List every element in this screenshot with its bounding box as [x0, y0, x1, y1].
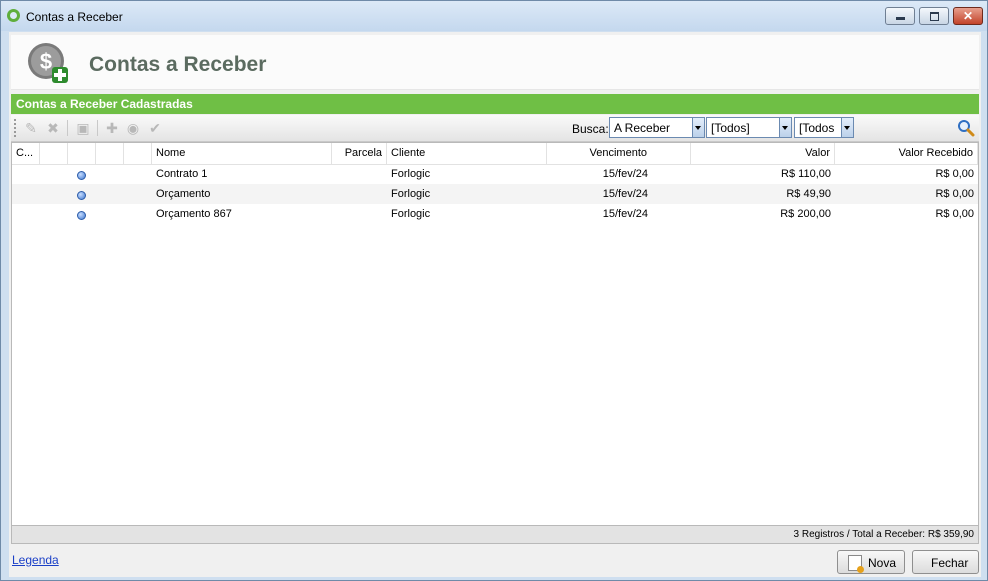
- toolbar-separator: [67, 120, 68, 136]
- toolbar: ✎ ✖ ▣ ✚ ◉ ✔ Busca: A Receber [Todos] [To…: [11, 115, 979, 142]
- check-icon[interactable]: ✔: [147, 120, 163, 136]
- table-row[interactable]: Orçamento Forlogic 15/fev/24 R$ 49,90 R$…: [12, 184, 978, 204]
- close-button-label: Fechar: [931, 556, 969, 570]
- receivables-table: C... Nome Parcela Cliente Vencimento Val…: [11, 142, 979, 526]
- column-header-valor-recebido[interactable]: Valor Recebido: [835, 143, 978, 164]
- column-header-nome[interactable]: Nome: [152, 143, 332, 164]
- client-filter-select[interactable]: [Todos]: [706, 117, 792, 138]
- app-icon: [7, 9, 20, 22]
- status-bar: 3 Registros / Total a Receber: R$ 359,90: [11, 526, 979, 544]
- cell-cliente: Forlogic: [391, 188, 431, 200]
- section-header: Contas a Receber Cadastradas: [11, 94, 979, 114]
- edit-icon[interactable]: ✎: [23, 120, 39, 136]
- cell-valor-recebido: R$ 0,00: [935, 168, 974, 180]
- status-filter-select[interactable]: A Receber: [609, 117, 705, 138]
- status-filter-value: A Receber: [614, 121, 671, 135]
- table-header: C... Nome Parcela Cliente Vencimento Val…: [12, 143, 978, 165]
- cell-vencimento: 15/fev/24: [602, 168, 648, 180]
- toolbar-separator: [97, 120, 98, 136]
- new-document-icon: [848, 555, 864, 573]
- page-title: Contas a Receber: [89, 53, 267, 76]
- cell-parcela: [332, 204, 387, 224]
- application-window: Contas a Receber $ Contas a Receber Cont…: [0, 0, 988, 581]
- period-filter-value: [Todos: [799, 121, 835, 135]
- title-bar[interactable]: Contas a Receber: [1, 1, 987, 31]
- new-button-label: Nova: [868, 556, 897, 570]
- column-header-valor[interactable]: Valor: [691, 143, 835, 164]
- close-button[interactable]: [953, 7, 983, 25]
- column-header-parcela[interactable]: Parcela: [332, 143, 387, 164]
- cell-valor-recebido: R$ 0,00: [935, 208, 974, 220]
- status-dot-icon: [77, 171, 86, 180]
- period-filter-select[interactable]: [Todos: [794, 117, 854, 138]
- cell-nome: Contrato 1: [156, 168, 208, 180]
- cell-nome: Orçamento: [156, 188, 211, 200]
- chevron-down-icon[interactable]: [692, 118, 704, 137]
- cell-parcela: [332, 184, 387, 204]
- globe-icon[interactable]: ◉: [125, 120, 141, 136]
- legend-link[interactable]: Legenda: [12, 553, 59, 567]
- section-title: Contas a Receber Cadastradas: [16, 97, 193, 111]
- add-icon[interactable]: ✚: [104, 120, 120, 136]
- toolbar-grip[interactable]: [14, 119, 18, 137]
- chevron-down-icon[interactable]: [841, 118, 853, 137]
- new-button[interactable]: Nova: [837, 550, 905, 574]
- svg-text:$: $: [40, 49, 52, 74]
- column-header-vencimento[interactable]: Vencimento: [547, 143, 691, 164]
- column-header[interactable]: C...: [12, 143, 40, 164]
- close-window-button[interactable]: Fechar: [912, 550, 979, 574]
- cell-valor: R$ 49,90: [786, 188, 831, 200]
- cell-valor-recebido: R$ 0,00: [935, 188, 974, 200]
- report-icon[interactable]: ▣: [75, 120, 91, 136]
- client-area: $ Contas a Receber Contas a Receber Cada…: [9, 32, 981, 577]
- column-header-cliente[interactable]: Cliente: [387, 143, 547, 164]
- column-header[interactable]: [124, 143, 152, 164]
- client-filter-value: [Todos]: [711, 121, 750, 135]
- cell-cliente: Forlogic: [391, 208, 431, 220]
- cell-valor: R$ 200,00: [780, 208, 831, 220]
- status-dot-icon: [77, 211, 86, 220]
- table-row[interactable]: Contrato 1 Forlogic 15/fev/24 R$ 110,00 …: [12, 164, 978, 184]
- records-summary: 3 Registros / Total a Receber: R$ 359,90: [793, 529, 974, 540]
- cell-cliente: Forlogic: [391, 168, 431, 180]
- chevron-down-icon[interactable]: [779, 118, 791, 137]
- search-icon[interactable]: [957, 119, 975, 137]
- delete-icon[interactable]: ✖: [45, 120, 61, 136]
- cell-vencimento: 15/fev/24: [602, 208, 648, 220]
- status-dot-icon: [77, 191, 86, 200]
- cell-nome: Orçamento 867: [156, 208, 232, 220]
- money-add-icon: $: [28, 43, 68, 83]
- column-header[interactable]: [40, 143, 68, 164]
- table-row[interactable]: Orçamento 867 Forlogic 15/fev/24 R$ 200,…: [12, 204, 978, 224]
- column-header[interactable]: [68, 143, 96, 164]
- maximize-button[interactable]: [919, 7, 949, 25]
- cell-vencimento: 15/fev/24: [602, 188, 648, 200]
- search-label: Busca:: [572, 122, 609, 136]
- minimize-button[interactable]: [885, 7, 915, 25]
- column-header[interactable]: [96, 143, 124, 164]
- window-title: Contas a Receber: [26, 10, 123, 24]
- cell-parcela: [332, 164, 387, 184]
- cell-valor: R$ 110,00: [781, 168, 831, 180]
- page-header: $ Contas a Receber: [11, 35, 979, 90]
